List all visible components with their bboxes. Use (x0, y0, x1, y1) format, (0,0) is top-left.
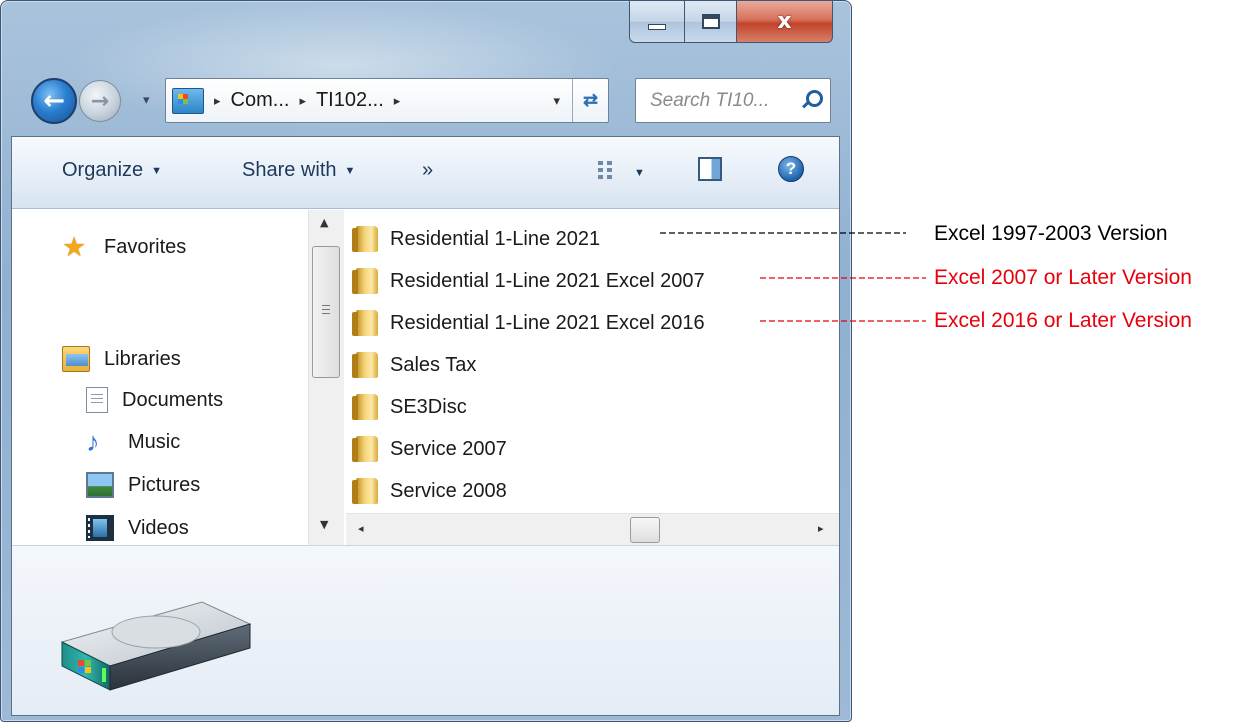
explorer-window: x ← → ▾ ▸ Com... ▸ TI102... ▸ ▾ ⇄ Search… (0, 0, 852, 722)
list-item[interactable]: SE3Disc (352, 392, 467, 422)
annotation-excel-2016: Excel 2016 or Later Version (934, 309, 1192, 332)
nav-item-label: Videos (128, 516, 189, 539)
folder-icon (352, 394, 378, 420)
forward-button[interactable]: → (79, 80, 121, 122)
share-with-button[interactable]: Share with ▼ (242, 159, 355, 182)
nav-item-libraries[interactable]: Libraries (62, 346, 181, 372)
file-name: Residential 1-Line 2021 Excel 2007 (390, 269, 705, 292)
nav-item-documents[interactable]: Documents (86, 387, 223, 413)
navigation-pane-scrollbar[interactable]: ▲ ▼ (308, 210, 344, 545)
caption-buttons: x (629, 1, 833, 43)
back-arrow-icon: ← (43, 86, 65, 116)
file-name: SE3Disc (390, 395, 467, 418)
hard-drive-icon (60, 601, 252, 691)
close-button[interactable]: x (737, 1, 833, 43)
scroll-left-icon[interactable]: ◂ (358, 522, 364, 535)
list-item[interactable]: Residential 1-Line 2021 Excel 2007 (352, 266, 705, 296)
music-icon: ♪ (86, 427, 100, 457)
organize-label: Organize (62, 159, 144, 181)
videos-icon (86, 515, 114, 541)
file-name: Sales Tax (390, 353, 477, 376)
file-name: Service 2008 (390, 479, 507, 502)
refresh-button[interactable]: ⇄ (572, 79, 608, 122)
star-icon: ★ (62, 232, 87, 262)
folder-icon (352, 226, 378, 252)
scrollbar-thumb[interactable] (312, 246, 340, 378)
explorer-client-area: Organize ▼ Share with ▼ » ▼ ? ★ Favorites … (11, 136, 840, 716)
back-button[interactable]: ← (31, 78, 77, 124)
breadcrumb-ti102[interactable]: TI102... (316, 89, 384, 112)
computer-location-icon (172, 87, 204, 114)
folder-icon (352, 352, 378, 378)
address-dropdown-icon[interactable]: ▾ (553, 93, 560, 109)
breadcrumb-separator-icon[interactable]: ▸ (299, 93, 306, 109)
list-item[interactable]: Residential 1-Line 2021 (352, 224, 601, 254)
search-input[interactable]: Search TI10... (635, 78, 831, 123)
more-commands-button[interactable]: » (422, 159, 433, 182)
breadcrumb-separator-icon[interactable]: ▸ (394, 93, 401, 109)
scroll-down-icon[interactable]: ▼ (320, 518, 328, 531)
forward-arrow-icon: → (90, 88, 110, 114)
scroll-up-icon[interactable]: ▲ (320, 216, 328, 229)
libraries-icon (62, 346, 90, 372)
maximize-button[interactable] (685, 1, 737, 43)
breadcrumb-computer[interactable]: Com... (231, 89, 290, 112)
nav-item-videos[interactable]: Videos (86, 515, 189, 541)
change-view-icon[interactable] (598, 161, 614, 179)
nav-item-pictures[interactable]: Pictures (86, 472, 200, 498)
documents-icon (86, 387, 108, 413)
list-item[interactable]: Sales Tax (352, 350, 477, 380)
organize-button[interactable]: Organize ▼ (62, 159, 162, 182)
preview-pane-icon[interactable] (698, 157, 722, 181)
list-item[interactable]: Residential 1-Line 2021 Excel 2016 (352, 308, 705, 338)
search-icon[interactable] (800, 88, 823, 112)
nav-item-label: Documents (122, 388, 224, 411)
minimize-icon (648, 23, 666, 30)
close-icon: x (777, 9, 792, 34)
file-name: Residential 1-Line 2021 (390, 227, 601, 250)
details-pane (12, 545, 839, 715)
folder-icon (352, 436, 378, 462)
pictures-icon (86, 472, 114, 498)
annotation-excel-2007: Excel 2007 or Later Version (934, 266, 1192, 289)
breadcrumb-separator-icon[interactable]: ▸ (214, 93, 221, 109)
file-name: Service 2007 (390, 437, 507, 460)
command-bar: Organize ▼ Share with ▼ » ▼ ? (12, 137, 839, 209)
maximize-icon (701, 14, 720, 29)
list-item[interactable]: Service 2008 (352, 476, 507, 506)
folder-icon (352, 268, 378, 294)
help-icon[interactable]: ? (778, 156, 804, 182)
nav-item-label: Libraries (104, 347, 181, 370)
folder-icon (352, 478, 378, 504)
share-with-label: Share with (242, 159, 337, 181)
recent-pages-dropdown[interactable]: ▾ (143, 93, 150, 108)
refresh-icon: ⇄ (582, 90, 599, 110)
address-bar[interactable]: ▸ Com... ▸ TI102... ▸ ▾ ⇄ (165, 78, 609, 123)
nav-item-label: Pictures (128, 473, 201, 496)
file-list-scrollbar[interactable]: ◂ ▸ (346, 513, 839, 545)
scroll-right-icon[interactable]: ▸ (818, 522, 824, 535)
list-item[interactable]: Service 2007 (352, 434, 507, 464)
annotation-excel-1997-2003: Excel 1997-2003 Version (934, 222, 1168, 245)
nav-item-favorites[interactable]: ★ Favorites (62, 232, 187, 262)
nav-item-music[interactable]: ♪ Music (86, 427, 181, 457)
view-options-chevron-icon[interactable]: ▼ (634, 167, 645, 179)
nav-item-label: Favorites (104, 235, 187, 258)
navigation-pane: ★ Favorites Libraries Documents ♪ Music … (12, 210, 308, 545)
search-placeholder: Search TI10... (650, 89, 770, 111)
file-list: Residential 1-Line 2021 Residential 1-Li… (346, 210, 839, 512)
nav-item-label: Music (128, 430, 181, 453)
chevron-down-icon: ▼ (344, 165, 356, 177)
chevron-down-icon: ▼ (151, 165, 163, 177)
file-name: Residential 1-Line 2021 Excel 2016 (390, 311, 705, 334)
scrollbar-thumb[interactable] (630, 517, 660, 543)
minimize-button[interactable] (629, 1, 685, 43)
folder-icon (352, 310, 378, 336)
